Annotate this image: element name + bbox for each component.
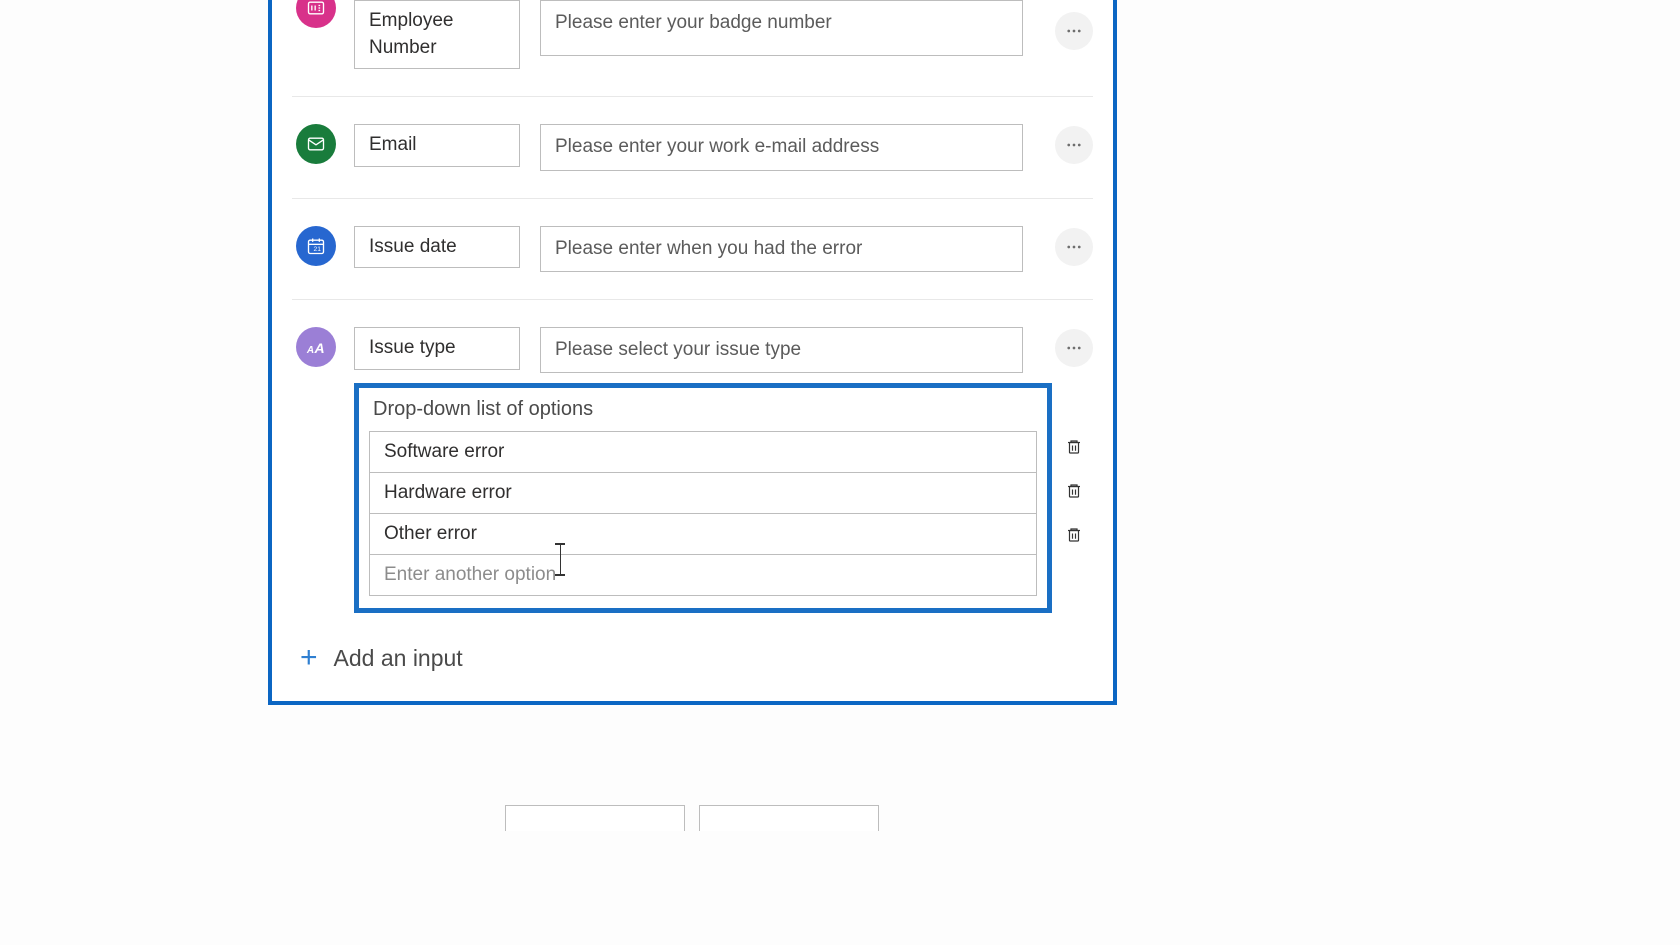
input-row-issue-date: 21 Issue date Please enter when you had … (292, 199, 1093, 300)
delete-option-button[interactable] (1063, 524, 1085, 546)
email-type-icon (296, 124, 336, 164)
add-input-label: Add an input (334, 645, 463, 672)
dropdown-option-row (370, 473, 1036, 514)
delete-option-button[interactable] (1063, 436, 1085, 458)
input-prompt-field[interactable]: Please enter your badge number (540, 0, 1023, 56)
input-row-issue-type: AA Issue type Please select your issue t… (292, 300, 1093, 623)
input-name-field[interactable]: Email (354, 124, 520, 167)
dropdown-option-input[interactable] (370, 473, 1036, 513)
dropdown-panel-title: Drop-down list of options (373, 398, 1037, 421)
row-more-button[interactable] (1055, 12, 1093, 50)
dropdown-option-row (370, 432, 1036, 473)
trash-icon (1065, 482, 1083, 500)
delete-option-button[interactable] (1063, 480, 1085, 502)
trash-icon (1065, 526, 1083, 544)
trigger-inputs-card: Employee Number Please enter your badge … (268, 0, 1117, 705)
svg-text:21: 21 (314, 246, 322, 253)
dropdown-options-list (369, 431, 1037, 596)
number-type-icon (296, 0, 336, 28)
input-prompt-field[interactable]: Please enter your work e-mail address (540, 124, 1023, 170)
ellipsis-icon (1065, 339, 1083, 357)
trash-icon (1065, 438, 1083, 456)
input-prompt-field[interactable]: Please select your issue type (540, 327, 1023, 373)
date-type-icon: 21 (296, 226, 336, 266)
row-more-button[interactable] (1055, 228, 1093, 266)
input-name-field[interactable]: Issue date (354, 226, 520, 269)
dropdown-option-row (370, 514, 1036, 555)
footer-button[interactable] (699, 805, 879, 831)
input-row-email: Email Please enter your work e-mail addr… (292, 97, 1093, 198)
ellipsis-icon (1065, 238, 1083, 256)
input-name-field[interactable]: Issue type (354, 327, 520, 370)
dropdown-option-input[interactable] (370, 432, 1036, 472)
dropdown-options-panel: Drop-down list of options (354, 383, 1052, 613)
footer-button-group (505, 805, 879, 831)
row-more-button[interactable] (1055, 126, 1093, 164)
input-prompt-field[interactable]: Please enter when you had the error (540, 226, 1023, 272)
add-input-button[interactable]: + Add an input (292, 623, 1093, 687)
ellipsis-icon (1065, 136, 1083, 154)
row-more-button[interactable] (1055, 329, 1093, 367)
text-aa-glyph: AA (307, 340, 325, 356)
dropdown-option-row-new (370, 555, 1036, 595)
input-name-field[interactable]: Employee Number (354, 0, 520, 69)
dropdown-option-input[interactable] (370, 514, 1036, 554)
text-type-icon: AA (296, 327, 336, 367)
footer-button[interactable] (505, 805, 685, 831)
ellipsis-icon (1065, 22, 1083, 40)
input-row-employee-number: Employee Number Please enter your badge … (292, 0, 1093, 97)
dropdown-new-option-input[interactable] (370, 555, 1036, 595)
plus-icon: + (300, 643, 318, 673)
dropdown-delete-column (1063, 436, 1085, 546)
